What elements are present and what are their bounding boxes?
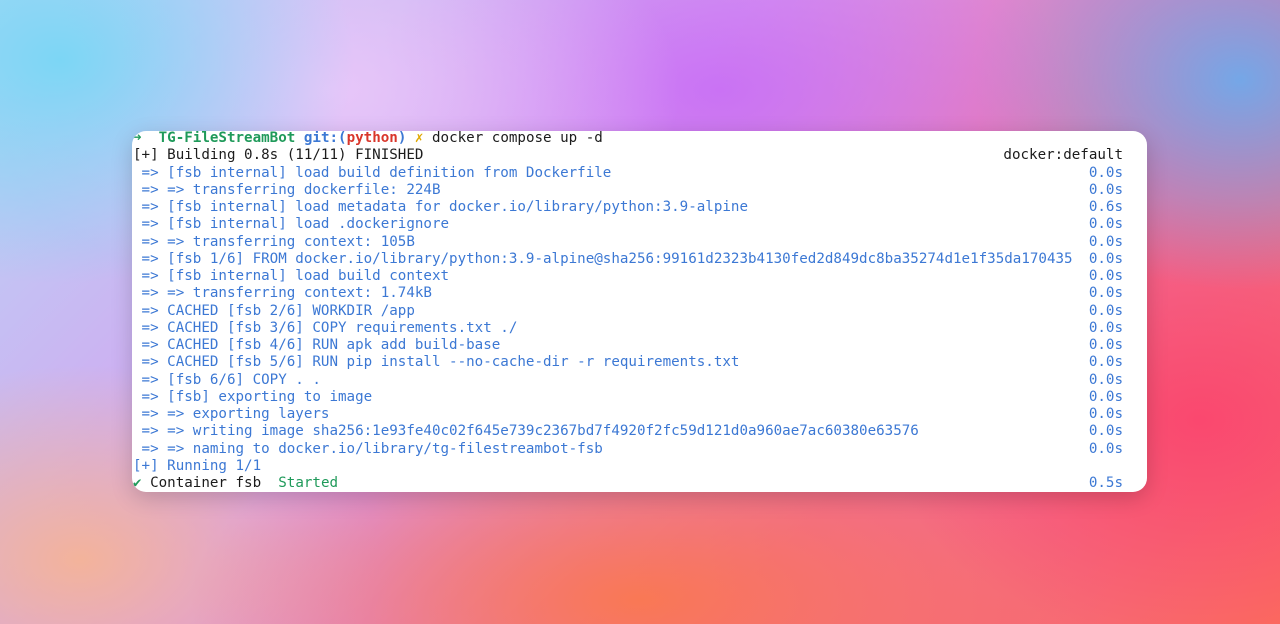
container-line: ✔ Container fsb Started 0.5s: [132, 475, 1147, 492]
build-step: => CACHED [fsb 4/6] RUN apk add build-ba…: [132, 337, 1147, 354]
step-text: => [fsb internal] load build definition …: [133, 164, 612, 181]
running-line: [+] Running 1/1: [132, 458, 1147, 475]
step-time: 0.0s: [1088, 302, 1123, 319]
step-time: 0.0s: [1088, 354, 1123, 371]
terminal-window[interactable]: ➜ TG-FileStreamBot git:(python) ✗ docker…: [132, 131, 1147, 492]
step-time: 0.0s: [1088, 233, 1123, 250]
container-name: Container fsb: [150, 475, 262, 491]
git-close: ): [397, 131, 407, 146]
git-label: git:(: [303, 131, 347, 146]
build-step: => => transferring dockerfile: 224B 0.0s: [132, 182, 1147, 199]
terminal-output: ➜ TG-FileStreamBot git:(python) ✗ docker…: [132, 131, 1147, 492]
prompt-line: ➜ TG-FileStreamBot git:(python) ✗ docker…: [132, 131, 1147, 147]
prompt-arrow-icon: ➜: [133, 131, 142, 146]
step-text: => => naming to docker.io/library/tg-fil…: [133, 440, 603, 457]
prompt-dir: TG-FileStreamBot: [158, 131, 296, 146]
container-status: Started: [278, 475, 339, 491]
step-text: => CACHED [fsb 4/6] RUN apk add build-ba…: [133, 337, 501, 353]
step-time: 0.0s: [1088, 371, 1123, 388]
build-step: => => naming to docker.io/library/tg-fil…: [132, 441, 1147, 458]
build-step: => => writing image sha256:1e93fe40c02f6…: [132, 423, 1147, 440]
step-text: => => transferring context: 105B: [133, 233, 415, 250]
step-time: 0.0s: [1088, 388, 1123, 405]
build-step: => CACHED [fsb 5/6] RUN pip install --no…: [132, 354, 1147, 371]
step-text: => [fsb internal] load .dockerignore: [133, 216, 450, 233]
build-step: => CACHED [fsb 3/6] COPY requirements.tx…: [132, 320, 1147, 337]
step-time: 0.0s: [1088, 164, 1123, 181]
build-step: => [fsb 6/6] COPY . . 0.0s: [132, 372, 1147, 389]
step-time: 0.0s: [1088, 319, 1123, 336]
step-time: 0.0s: [1088, 250, 1123, 267]
step-time: 0.0s: [1088, 423, 1123, 440]
step-text: => CACHED [fsb 2/6] WORKDIR /app: [133, 302, 415, 319]
build-step: => => transferring context: 105B 0.0s: [132, 234, 1147, 251]
git-branch: python: [346, 131, 398, 146]
step-text: => CACHED [fsb 5/6] RUN pip install --no…: [133, 354, 740, 371]
step-time: 0.0s: [1088, 181, 1123, 198]
step-time: 0.0s: [1088, 285, 1123, 302]
build-step: => => exporting layers 0.0s: [132, 406, 1147, 423]
check-icon: ✔: [133, 475, 142, 491]
build-header: [+] Building 0.8s (11/11) FINISHED docker…: [132, 147, 1147, 164]
build-step: => => transferring context: 1.74kB 0.0s: [132, 285, 1147, 302]
step-text: => => transferring dockerfile: 224B: [133, 181, 441, 198]
build-step: => [fsb 1/6] FROM docker.io/library/pyth…: [132, 251, 1147, 268]
step-text: => => exporting layers: [133, 406, 330, 422]
step-text: => => transferring context: 1.74kB: [133, 285, 432, 302]
step-time: 0.0s: [1088, 216, 1123, 233]
build-status: [+] Building 0.8s (11/11) FINISHED: [133, 147, 424, 164]
dirty-icon: ✗: [414, 131, 424, 146]
step-time: 0.0s: [1088, 440, 1123, 457]
step-text: => [fsb 6/6] COPY . .: [133, 371, 321, 388]
step-text: => [fsb internal] load metadata for dock…: [133, 199, 748, 215]
step-time: 0.0s: [1088, 337, 1123, 353]
running-status: [+] Running 1/1: [133, 457, 262, 474]
step-text: => [fsb 1/6] FROM docker.io/library/pyth…: [133, 250, 1073, 267]
step-text: => => writing image sha256:1e93fe40c02f6…: [133, 423, 919, 440]
step-text: => [fsb] exporting to image: [133, 388, 373, 405]
container-time: 0.5s: [1088, 475, 1123, 491]
step-time: 0.0s: [1088, 406, 1123, 422]
build-step: => CACHED [fsb 2/6] WORKDIR /app 0.0s: [132, 303, 1147, 320]
command: docker compose up -d: [432, 131, 603, 146]
step-time: 0.0s: [1088, 268, 1123, 284]
step-time: 0.6s: [1088, 199, 1123, 215]
build-step: => [fsb internal] load metadata for dock…: [132, 199, 1147, 216]
build-step: => [fsb internal] load build definition …: [132, 165, 1147, 182]
step-text: => CACHED [fsb 3/6] COPY requirements.tx…: [133, 319, 518, 336]
builder-name: docker:default: [1003, 147, 1123, 164]
build-step: => [fsb internal] load build context 0.0s: [132, 268, 1147, 285]
step-text: => [fsb internal] load build context: [133, 268, 450, 284]
build-step: => [fsb internal] load .dockerignore 0.0s: [132, 216, 1147, 233]
build-step: => [fsb] exporting to image 0.0s: [132, 389, 1147, 406]
